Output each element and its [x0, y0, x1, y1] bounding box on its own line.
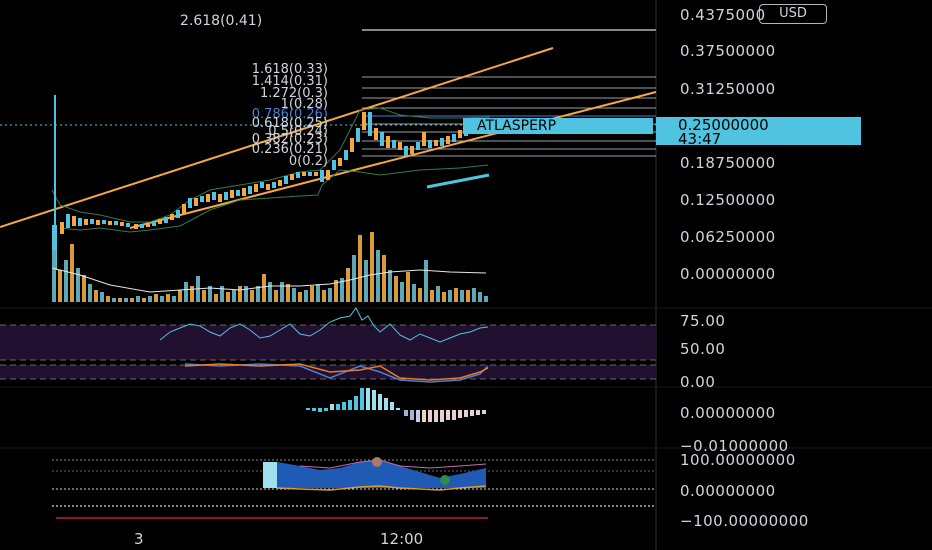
stoch-axis-label: 0.00: [680, 373, 716, 391]
cci-axis-label: 0.00000000: [680, 482, 776, 500]
price-axis-label: 0.12500000: [680, 191, 776, 209]
price-axis-label: 0.31250000: [680, 80, 776, 98]
lower-band: [59, 164, 489, 233]
current-price-tag: 0.25000000 43:47: [656, 117, 861, 148]
cci-highlight: [263, 462, 277, 488]
time-axis-label: 12:00: [380, 530, 424, 548]
price-axis-label: 0.00000000: [680, 265, 776, 283]
price-axis-label: 0.06250000: [680, 228, 776, 246]
macd-histogram: [306, 388, 486, 422]
projection-line[interactable]: [426, 173, 490, 189]
price-axis-label: 0.37500000: [680, 42, 776, 60]
price-axis-label: 0.18750000: [680, 154, 776, 172]
volume-bars: [52, 232, 488, 302]
symbol-label: ATLASPERP: [463, 118, 653, 134]
candle-countdown: 43:47: [678, 130, 722, 148]
cci-axis-label: −100.00000000: [680, 512, 809, 530]
fib-lines[interactable]: [362, 29, 656, 157]
cci-fill: [277, 460, 486, 488]
rsi-band: [0, 325, 656, 360]
rsi-axis-label: 50.00: [680, 340, 726, 358]
rsi-axis-label: 75.00: [680, 312, 726, 330]
cci-marker: [372, 457, 382, 467]
currency-button[interactable]: USD: [759, 4, 827, 24]
cci-marker: [440, 475, 450, 485]
macd-axis-label: 0.00000000: [680, 404, 776, 422]
fib-label-top: 2.618(0.41): [180, 13, 263, 29]
cci-axis-label: 100.00000000: [680, 451, 796, 469]
time-axis-label: 3: [134, 530, 144, 548]
price-axis-label: 0.4375000: [680, 6, 766, 24]
fib-level-label: 0(0.2): [288, 154, 328, 169]
